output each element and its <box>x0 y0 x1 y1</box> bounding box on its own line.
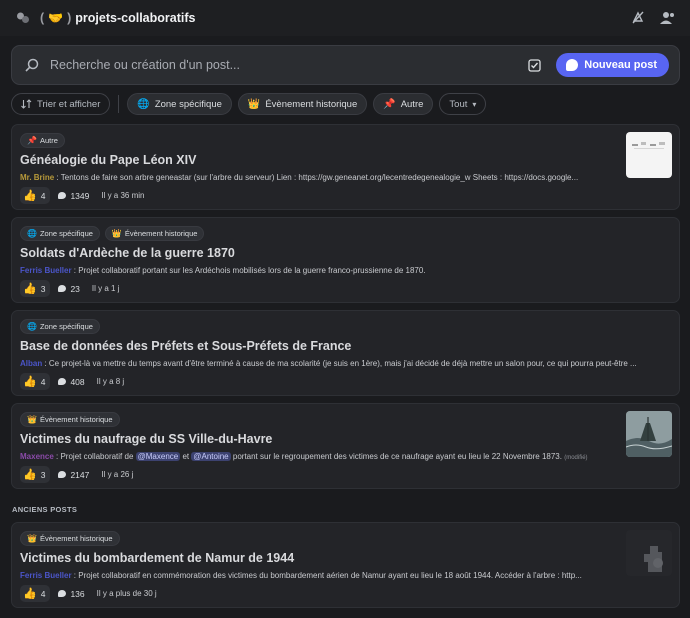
search-input[interactable] <box>50 58 527 72</box>
user-mention[interactable]: @Maxence <box>135 452 181 461</box>
checklist-icon[interactable] <box>526 57 542 73</box>
post-thumbnail[interactable] <box>626 132 672 178</box>
sort-icon <box>21 99 32 109</box>
user-mention[interactable]: @Antoine <box>191 452 231 461</box>
message-count: 136 <box>58 589 85 599</box>
message-count: 2147 <box>58 470 89 480</box>
post-timestamp: Il y a 8 j <box>96 377 125 386</box>
channel-title: ( 🤝 ) projets-collaboratifs <box>40 11 196 25</box>
post-author: Maxence <box>20 452 54 461</box>
post-timestamp: Il y a plus de 30 j <box>96 589 157 598</box>
post-tag: 👑 Évènement historique <box>20 412 120 427</box>
thumbs-up-icon: 👍 <box>23 588 37 600</box>
divider <box>118 95 120 113</box>
message-count: 23 <box>58 284 80 294</box>
old-posts-heading: ANCIENS POSTS <box>12 505 78 514</box>
search-icon <box>24 57 40 73</box>
post-author: Ferris Bueller <box>20 266 72 275</box>
new-post-button[interactable]: Nouveau post <box>556 53 669 77</box>
post-card[interactable]: 🌐 Zone spécifique Base de données des Pré… <box>11 310 680 396</box>
post-card[interactable]: 📌 Autre Généalogie du Pape Léon XIV Mr. B… <box>11 124 680 210</box>
channel-name: projets-collaboratifs <box>75 11 196 25</box>
sort-button[interactable]: Trier et afficher <box>11 93 111 115</box>
handshake-emoji: 🤝 <box>48 11 64 25</box>
post-title: Victimes du bombardement de Namur de 194… <box>20 551 295 565</box>
post-author: Ferris Bueller <box>20 571 72 580</box>
chevron-down-icon: ▾ <box>472 99 477 109</box>
filter-bar: Trier et afficher 🌐 Zone spécifique 👑 Évèn… <box>11 93 487 115</box>
reaction-button[interactable]: 👍 3 <box>20 466 51 483</box>
post-tag: 🌐 Zone spécifique <box>20 319 100 334</box>
post-card[interactable]: 👑 Évènement historique Victimes du naufra… <box>11 403 680 489</box>
post-title: Base de données des Préfets et Sous-Préf… <box>20 339 352 353</box>
filter-tag-zone[interactable]: 🌐 Zone spécifique <box>127 93 232 115</box>
members-icon[interactable] <box>660 10 676 26</box>
post-title: Victimes du naufrage du SS Ville-du-Havr… <box>20 432 273 446</box>
post-tag: 👑 Évènement historique <box>104 226 205 241</box>
post-preview: Ferris Bueller : Projet collaboratif en … <box>20 571 582 580</box>
post-card[interactable]: 👑 Évènement historique Victimes du bombar… <box>11 522 680 608</box>
post-author: Alban <box>20 359 43 368</box>
reaction-button[interactable]: 👍 3 <box>20 280 51 297</box>
forum-icon <box>14 9 32 27</box>
post-tag: 🌐 Zone spécifique <box>20 226 100 241</box>
thumbs-up-icon: 👍 <box>23 283 37 295</box>
thumbs-up-icon: 👍 <box>23 190 37 202</box>
message-icon <box>58 192 67 199</box>
post-author: Mr. Brine <box>20 173 55 182</box>
new-post-label: Nouveau post <box>584 59 657 71</box>
message-icon <box>58 590 67 597</box>
thumbs-up-icon: 👍 <box>23 376 37 388</box>
post-preview: Ferris Bueller : Projet collaboratif por… <box>20 266 426 275</box>
message-icon <box>58 285 67 292</box>
message-count: 1349 <box>58 191 89 201</box>
post-tag: 📌 Autre <box>20 133 65 148</box>
post-card[interactable]: 🌐 Zone spécifique 👑 Évènement historique S… <box>11 217 680 303</box>
edited-label: (modifié) <box>564 455 588 461</box>
search-bar: Nouveau post <box>11 45 680 85</box>
post-thumbnail[interactable] <box>626 411 672 457</box>
filter-all-dropdown[interactable]: Tout ▾ <box>439 93 487 115</box>
post-title: Généalogie du Pape Léon XIV <box>20 153 197 167</box>
filter-tag-autre[interactable]: 📌 Autre <box>373 93 434 115</box>
filter-tag-evenement[interactable]: 👑 Évènement historique <box>237 93 368 115</box>
post-tag: 👑 Évènement historique <box>20 531 120 546</box>
channel-header: ( 🤝 ) projets-collaboratifs <box>0 0 690 36</box>
notification-off-icon[interactable] <box>630 10 646 26</box>
chat-bubble-icon <box>566 59 579 71</box>
thumbs-up-icon: 👍 <box>23 469 37 481</box>
post-preview: Mr. Brine : Tentons de faire son arbre g… <box>20 173 579 182</box>
post-preview: Maxence : Projet collaboratif de @Maxenc… <box>20 452 588 461</box>
post-thumbnail[interactable] <box>626 530 672 576</box>
reaction-button[interactable]: 👍 4 <box>20 187 51 204</box>
post-preview: Alban : Ce projet-là va mettre du temps … <box>20 359 637 368</box>
post-timestamp: Il y a 36 min <box>101 191 145 200</box>
reaction-button[interactable]: 👍 4 <box>20 585 51 602</box>
message-icon <box>58 471 67 478</box>
post-title: Soldats d'Ardèche de la guerre 1870 <box>20 246 235 260</box>
message-count: 408 <box>58 377 85 387</box>
message-icon <box>58 378 67 385</box>
post-timestamp: Il y a 1 j <box>91 284 120 293</box>
reaction-button[interactable]: 👍 4 <box>20 373 51 390</box>
post-timestamp: Il y a 26 j <box>101 470 134 479</box>
